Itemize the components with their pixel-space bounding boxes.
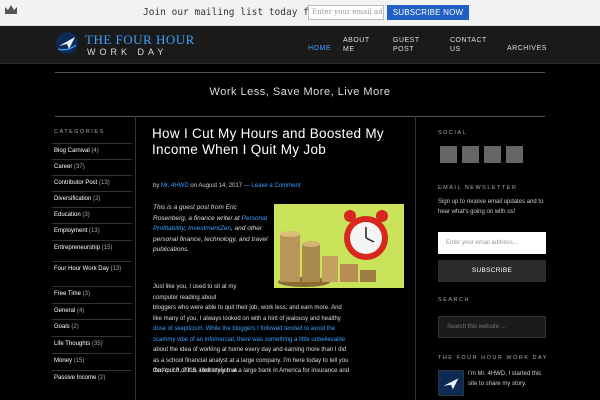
newsletter-email-input[interactable]: Enter your email address... bbox=[438, 232, 546, 254]
newsletter-title: EMAIL NEWSLETTER bbox=[438, 185, 518, 191]
category-item[interactable]: Free Time (3) bbox=[52, 286, 132, 300]
logo-line-1: THE FOUR HOUR bbox=[85, 32, 195, 47]
social-facebook-icon[interactable] bbox=[440, 146, 457, 163]
category-item[interactable]: Passive Income (2) bbox=[52, 370, 132, 384]
category-item[interactable]: Contributor Post (13) bbox=[52, 175, 132, 189]
subscribe-now-button[interactable]: SUBSCRIBE NOW bbox=[387, 5, 469, 20]
leave-comment-link[interactable]: — Leave a Comment bbox=[244, 183, 301, 189]
search-input[interactable]: Search this website ... bbox=[438, 316, 546, 338]
site-header: THE FOUR HOUR WORK DAY HOME ABOUT ME GUE… bbox=[0, 26, 600, 64]
category-item[interactable]: General (4) bbox=[52, 303, 132, 317]
newsletter-text: Sign up to receive email updates and to … bbox=[438, 199, 544, 215]
intro-link-investmentzen[interactable]: InvestmentZen bbox=[188, 225, 231, 232]
post-author-link[interactable]: Mr. 4HWD bbox=[161, 183, 189, 189]
category-item[interactable]: Four Hour Work Day (13) bbox=[52, 261, 132, 275]
post-intro: This is a guest post from Eric Rosenberg… bbox=[153, 204, 268, 253]
author-avatar bbox=[438, 370, 464, 396]
post-title[interactable]: How I Cut My Hours and Boosted My Income… bbox=[152, 126, 412, 158]
category-item[interactable]: Entrepreneurship (15) bbox=[52, 240, 132, 254]
about-text: I'm Mr. 4HWD, I started this site to sha… bbox=[468, 371, 542, 387]
logo-line-2: WORK DAY bbox=[87, 47, 168, 57]
categories-sidebar: CATEGORIES Blog Carnival (4) Career (37)… bbox=[52, 116, 136, 400]
tagline-rule-top bbox=[55, 72, 545, 73]
category-item[interactable]: Employment (13) bbox=[52, 223, 132, 237]
category-item[interactable]: Career (37) bbox=[52, 159, 132, 173]
category-item[interactable]: Blog Carnival (4) bbox=[52, 143, 132, 157]
nav-contact-us[interactable]: CONTACT US bbox=[450, 36, 486, 54]
newsletter-subscribe-button[interactable]: SUBSCRIBE bbox=[438, 260, 546, 282]
site-logo[interactable]: THE FOUR HOUR WORK DAY bbox=[55, 31, 225, 59]
social-twitter-icon[interactable] bbox=[462, 146, 479, 163]
category-item[interactable]: Money (15) bbox=[52, 353, 132, 367]
category-item[interactable]: Diversification (2) bbox=[52, 191, 132, 205]
mailing-email-input[interactable]: Enter your email address bbox=[308, 5, 384, 20]
post-body: Just like you, I used to sit at my compu… bbox=[153, 284, 349, 374]
category-item[interactable]: Life Thoughts (35) bbox=[52, 336, 132, 350]
about-title: THE FOUR HOUR WORK DAY bbox=[438, 355, 548, 361]
nav-guest-post[interactable]: GUEST POST bbox=[393, 36, 419, 54]
mailing-bar: Join our mailing list today for free. En… bbox=[0, 0, 600, 26]
categories-title: CATEGORIES bbox=[54, 129, 105, 135]
nav-about-me[interactable]: ABOUT ME bbox=[343, 36, 369, 54]
post-featured-image bbox=[274, 204, 404, 288]
category-item[interactable]: Goals (2) bbox=[52, 319, 132, 333]
crown-icon bbox=[5, 5, 17, 14]
nav-archives[interactable]: ARCHIVES bbox=[507, 44, 547, 53]
airplane-logo-icon bbox=[56, 32, 78, 54]
nav-home[interactable]: HOME bbox=[308, 44, 331, 53]
site-tagline: Work Less, Save More, Live More bbox=[209, 86, 391, 98]
social-title: SOCIAL bbox=[438, 130, 468, 136]
search-title: SEARCH bbox=[438, 297, 470, 303]
post-body-last: On April 8, 2016, I left my job at a lar… bbox=[153, 368, 350, 374]
category-item[interactable]: Education (3) bbox=[52, 207, 132, 221]
social-rss-icon[interactable] bbox=[506, 146, 523, 163]
social-google-icon[interactable] bbox=[484, 146, 501, 163]
post-meta: by Mr. 4HWD on August 14, 2017 — Leave a… bbox=[153, 183, 301, 189]
main-content: How I Cut My Hours and Boosted My Income… bbox=[146, 116, 416, 400]
